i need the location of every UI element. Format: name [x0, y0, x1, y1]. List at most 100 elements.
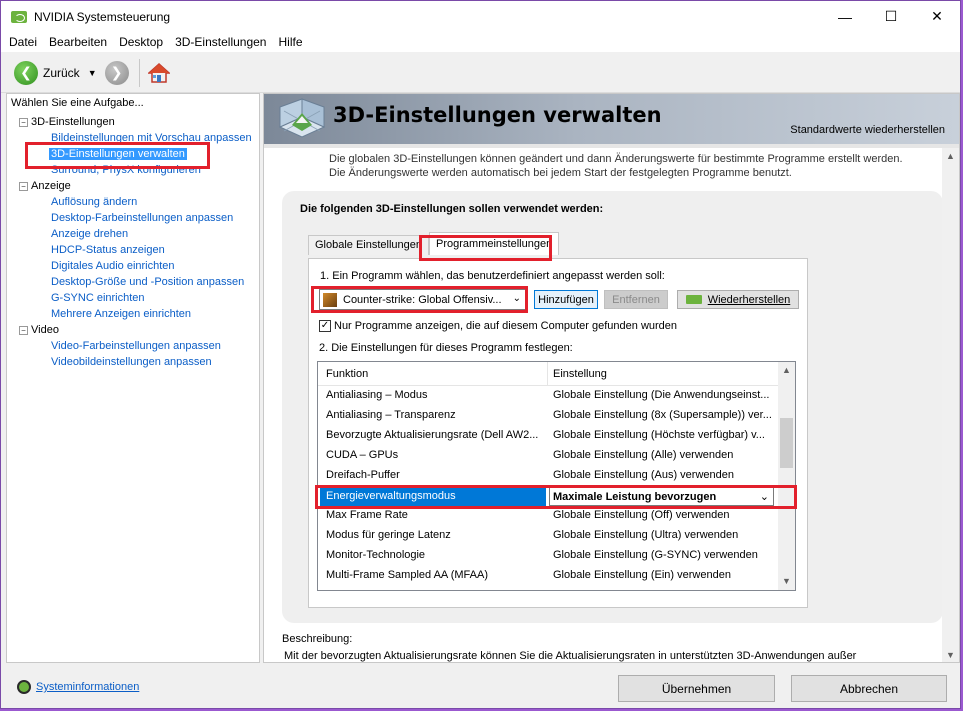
add-button[interactable]: Hinzufügen — [534, 290, 598, 309]
row-setting: Globale Einstellung (G-SYNC) verwenden — [553, 549, 758, 561]
tree-item-hdcp[interactable]: HDCP-Status anzeigen — [7, 242, 259, 258]
tree-link-label[interactable]: G-SYNC einrichten — [51, 292, 145, 304]
tree-link-label[interactable]: 3D-Einstellungen verwalten — [49, 148, 187, 160]
restore-defaults-link[interactable]: Standardwerte wiederherstellen — [264, 124, 959, 144]
tab-strip: Globale Einstellungen Programmeinstellun… — [308, 232, 560, 255]
menu-desktop[interactable]: Desktop — [113, 35, 169, 49]
list-row[interactable]: Dreifach-Puffer Globale Einstellung (Aus)… — [318, 466, 778, 486]
menu-edit[interactable]: Bearbeiten — [43, 35, 113, 49]
tree-link-label[interactable]: Surround, PhysX konfigurieren — [51, 164, 201, 176]
task-pane: Wählen Sie eine Aufgabe... − 3D-Einstell… — [6, 93, 260, 663]
tree-item-rotate[interactable]: Anzeige drehen — [7, 226, 259, 242]
tree-link-label[interactable]: Videobildeinstellungen anpassen — [51, 356, 212, 368]
menu-3d-settings[interactable]: 3D-Einstellungen — [169, 35, 272, 49]
tree-link-label[interactable]: HDCP-Status anzeigen — [51, 244, 165, 256]
tree-link-label[interactable]: Desktop-Größe und -Position anpassen — [51, 276, 244, 288]
tree-link-label[interactable]: Anzeige drehen — [51, 228, 128, 240]
restore-defaults-label[interactable]: Standardwerte wiederherstellen — [790, 124, 945, 136]
tree-link-label[interactable]: Digitales Audio einrichten — [51, 260, 175, 272]
column-setting-header[interactable]: Einstellung — [553, 368, 607, 380]
tree-item-video-image[interactable]: Videobildeinstellungen anpassen — [7, 354, 259, 370]
home-icon[interactable] — [146, 62, 171, 84]
forward-arrow-icon[interactable]: ❯ — [104, 60, 129, 85]
scroll-down-icon[interactable]: ▼ — [778, 573, 795, 590]
window-title: NVIDIA Systemsteuerung — [34, 9, 171, 24]
system-info-link[interactable]: Systeminformationen — [36, 681, 139, 693]
checkbox-label[interactable]: Nur Programme anzeigen, die auf diesem C… — [334, 320, 677, 332]
tree-category-3d[interactable]: − 3D-Einstellungen — [7, 114, 259, 130]
tree-item-manage-3d[interactable]: 3D-Einstellungen verwalten — [7, 146, 259, 162]
restore-button-label: Wiederherstellen — [707, 293, 791, 306]
tree-item-surround-physx[interactable]: Surround, PhysX konfigurieren — [7, 162, 259, 178]
tree-item-image-preview[interactable]: Bildeinstellungen mit Vorschau anpassen — [7, 130, 259, 146]
tree-item-resolution[interactable]: Auflösung ändern — [7, 194, 259, 210]
row-setting: Globale Einstellung (Höchste verfügbar) … — [553, 429, 765, 441]
tree-item-digital-audio[interactable]: Digitales Audio einrichten — [7, 258, 259, 274]
tab-global-settings[interactable]: Globale Einstellungen — [308, 235, 430, 255]
restore-button[interactable]: Wiederherstellen — [677, 290, 799, 309]
list-row[interactable]: Antialiasing – Transparenz Globale Einste… — [318, 406, 778, 426]
list-row[interactable]: Modus für geringe Latenz Globale Einstell… — [318, 526, 778, 546]
remove-button[interactable]: Entfernen — [604, 290, 668, 309]
minimize-button[interactable]: — — [822, 1, 868, 32]
row-setting-dropdown[interactable]: Maximale Leistung bevorzugen ⌄ — [549, 486, 774, 506]
back-button[interactable]: Zurück — [43, 66, 80, 80]
list-scrollbar[interactable]: ▲ ▼ — [778, 362, 795, 590]
list-row[interactable]: CUDA – GPUs Globale Einstellung (Alle) ve… — [318, 446, 778, 466]
scroll-thumb[interactable] — [780, 418, 793, 468]
list-row[interactable]: Antialiasing – Modus Globale Einstellung … — [318, 386, 778, 406]
collapse-icon[interactable]: − — [19, 325, 28, 335]
menu-help[interactable]: Hilfe — [272, 35, 308, 49]
program-select-value: Counter-strike: Global Offensiv... — [343, 293, 502, 306]
maximize-button[interactable]: ☐ — [868, 1, 914, 32]
tree-item-video-color[interactable]: Video-Farbeinstellungen anpassen — [7, 338, 259, 354]
app-window: NVIDIA Systemsteuerung — ☐ ✕ Datei Bearb… — [0, 0, 961, 709]
column-function-header[interactable]: Funktion — [326, 368, 368, 380]
list-row[interactable]: Multi-Frame Sampled AA (MFAA) Globale Ein… — [318, 566, 778, 586]
list-row[interactable]: Max Frame Rate Globale Einstellung (Off) … — [318, 506, 778, 526]
history-dropdown-icon[interactable]: ▼ — [88, 68, 97, 78]
tree-link-label[interactable]: Auflösung ändern — [51, 196, 137, 208]
row-function: Max Frame Rate — [326, 509, 408, 521]
apply-button[interactable]: Übernehmen — [618, 675, 775, 702]
row-setting: Globale Einstellung (Off) verwenden — [553, 509, 730, 521]
tree-category-display[interactable]: − Anzeige — [7, 178, 259, 194]
column-separator[interactable] — [547, 362, 548, 386]
close-button[interactable]: ✕ — [914, 1, 960, 32]
list-row-selected[interactable]: Energieverwaltungsmodus Maximale Leistun… — [318, 486, 778, 506]
row-function: Modus für geringe Latenz — [326, 529, 451, 541]
system-info-icon[interactable] — [17, 680, 31, 694]
tree-link-label[interactable]: Bildeinstellungen mit Vorschau anpassen — [51, 132, 252, 144]
row-setting: Globale Einstellung (Alle) verwenden — [553, 449, 734, 461]
chevron-down-icon[interactable]: ⌄ — [513, 293, 521, 304]
list-row[interactable]: Monitor-Technologie Globale Einstellung (… — [318, 546, 778, 566]
tree-item-desktop-color[interactable]: Desktop-Farbeinstellungen anpassen — [7, 210, 259, 226]
content-scrollbar[interactable]: ▲ ▼ — [942, 148, 959, 662]
program-select[interactable]: Counter-strike: Global Offensiv... ⌄ — [319, 289, 527, 310]
scroll-up-icon[interactable]: ▲ — [942, 148, 959, 165]
tree-link-label[interactable]: Mehrere Anzeigen einrichten — [51, 308, 191, 320]
menu-file[interactable]: Datei — [3, 35, 43, 49]
nvidia-logo-icon — [11, 10, 27, 23]
scroll-up-icon[interactable]: ▲ — [778, 362, 795, 379]
tree-item-multi-display[interactable]: Mehrere Anzeigen einrichten — [7, 306, 259, 322]
system-info[interactable]: Systeminformationen — [17, 680, 139, 694]
collapse-icon[interactable]: − — [19, 117, 28, 127]
tree-category-video[interactable]: − Video — [7, 322, 259, 338]
nvidia-small-icon — [685, 295, 702, 304]
tree-item-desktop-size[interactable]: Desktop-Größe und -Position anpassen — [7, 274, 259, 290]
tree-link-label[interactable]: Video-Farbeinstellungen anpassen — [51, 340, 221, 352]
list-row[interactable]: Bevorzugte Aktualisierungsrate (Dell AW2… — [318, 426, 778, 446]
scroll-down-icon[interactable]: ▼ — [942, 647, 959, 662]
cancel-button[interactable]: Abbrechen — [791, 675, 947, 702]
tree-link-label[interactable]: Desktop-Farbeinstellungen anpassen — [51, 212, 233, 224]
row-function: Antialiasing – Transparenz — [326, 409, 456, 421]
tree-item-gsync[interactable]: G-SYNC einrichten — [7, 290, 259, 306]
tab-program-settings[interactable]: Programmeinstellungen — [429, 232, 560, 255]
tree-category-label: Anzeige — [31, 180, 71, 192]
back-arrow-icon[interactable]: ❮ — [14, 60, 38, 85]
collapse-icon[interactable]: − — [19, 181, 28, 191]
chevron-down-icon[interactable]: ⌄ — [760, 487, 769, 507]
show-found-programs-checkbox[interactable]: ✓ — [319, 320, 331, 332]
row-function: Energieverwaltungsmodus — [320, 486, 546, 506]
